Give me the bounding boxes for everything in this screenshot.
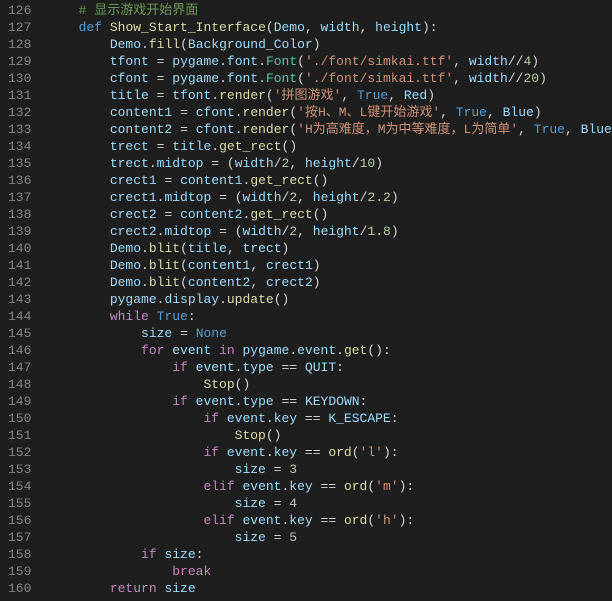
line-number: 147 [8,359,31,376]
code-line[interactable]: content2 = cfont.render('H为高难度，M为中等难度，L为… [47,121,612,138]
code-line[interactable]: for event in pygame.event.get(): [47,342,612,359]
code-line[interactable]: return size [47,580,612,597]
code-line[interactable]: Stop() [47,427,612,444]
line-number: 150 [8,410,31,427]
line-number: 129 [8,53,31,70]
code-line[interactable]: crect1.midtop = (width/2, height/2.2) [47,189,612,206]
line-number: 155 [8,495,31,512]
line-number: 130 [8,70,31,87]
code-line[interactable]: Stop() [47,376,612,393]
line-number: 134 [8,138,31,155]
line-number: 149 [8,393,31,410]
code-line[interactable]: size = None [47,325,612,342]
line-number: 136 [8,172,31,189]
code-line[interactable]: while True: [47,308,612,325]
code-line[interactable]: if event.type == KEYDOWN: [47,393,612,410]
code-line[interactable]: size = 5 [47,529,612,546]
code-line[interactable]: if event.type == QUIT: [47,359,612,376]
line-number: 153 [8,461,31,478]
code-line[interactable]: Demo.blit(content2, crect2) [47,274,612,291]
line-number: 159 [8,563,31,580]
line-number: 151 [8,427,31,444]
line-number: 132 [8,104,31,121]
code-line[interactable]: trect = title.get_rect() [47,138,612,155]
line-number: 139 [8,223,31,240]
code-line[interactable]: Demo.blit(content1, crect1) [47,257,612,274]
line-number: 128 [8,36,31,53]
code-line[interactable]: if event.key == ord('l'): [47,444,612,461]
line-number: 137 [8,189,31,206]
line-number: 135 [8,155,31,172]
code-line[interactable]: pygame.display.update() [47,291,612,308]
line-number: 127 [8,19,31,36]
code-line[interactable]: break [47,563,612,580]
line-number: 154 [8,478,31,495]
code-line[interactable]: if size: [47,546,612,563]
line-number-gutter: 1261271281291301311321331341351361371381… [0,0,43,601]
code-line[interactable]: trect.midtop = (width/2, height/10) [47,155,612,172]
line-number: 143 [8,291,31,308]
code-line[interactable]: crect1 = content1.get_rect() [47,172,612,189]
line-number: 156 [8,512,31,529]
line-number: 160 [8,580,31,597]
line-number: 138 [8,206,31,223]
code-line[interactable]: Demo.blit(title, trect) [47,240,612,257]
code-line[interactable]: # 显示游戏开始界面 [47,2,612,19]
line-number: 140 [8,240,31,257]
code-editor[interactable]: 1261271281291301311321331341351361371381… [0,0,612,601]
code-line[interactable]: elif event.key == ord('h'): [47,512,612,529]
code-line[interactable]: tfont = pygame.font.Font('./font/simkai.… [47,53,612,70]
line-number: 145 [8,325,31,342]
line-number: 158 [8,546,31,563]
code-line[interactable]: cfont = pygame.font.Font('./font/simkai.… [47,70,612,87]
code-line[interactable]: title = tfont.render('拼图游戏', True, Red) [47,87,612,104]
line-number: 148 [8,376,31,393]
code-line[interactable]: def Show_Start_Interface(Demo, width, he… [47,19,612,36]
line-number: 152 [8,444,31,461]
code-line[interactable]: Demo.fill(Background_Color) [47,36,612,53]
code-line[interactable]: crect2 = content2.get_rect() [47,206,612,223]
line-number: 146 [8,342,31,359]
line-number: 131 [8,87,31,104]
line-number: 142 [8,274,31,291]
code-line[interactable]: crect2.midtop = (width/2, height/1.8) [47,223,612,240]
line-number: 157 [8,529,31,546]
line-number: 141 [8,257,31,274]
line-number: 144 [8,308,31,325]
code-line[interactable]: size = 4 [47,495,612,512]
line-number: 126 [8,2,31,19]
code-line[interactable]: size = 3 [47,461,612,478]
code-line[interactable]: elif event.key == ord('m'): [47,478,612,495]
line-number: 133 [8,121,31,138]
code-line[interactable]: if event.key == K_ESCAPE: [47,410,612,427]
code-area[interactable]: # 显示游戏开始界面 def Show_Start_Interface(Demo… [43,0,612,601]
code-line[interactable]: content1 = cfont.render('按H、M、L键开始游戏', T… [47,104,612,121]
